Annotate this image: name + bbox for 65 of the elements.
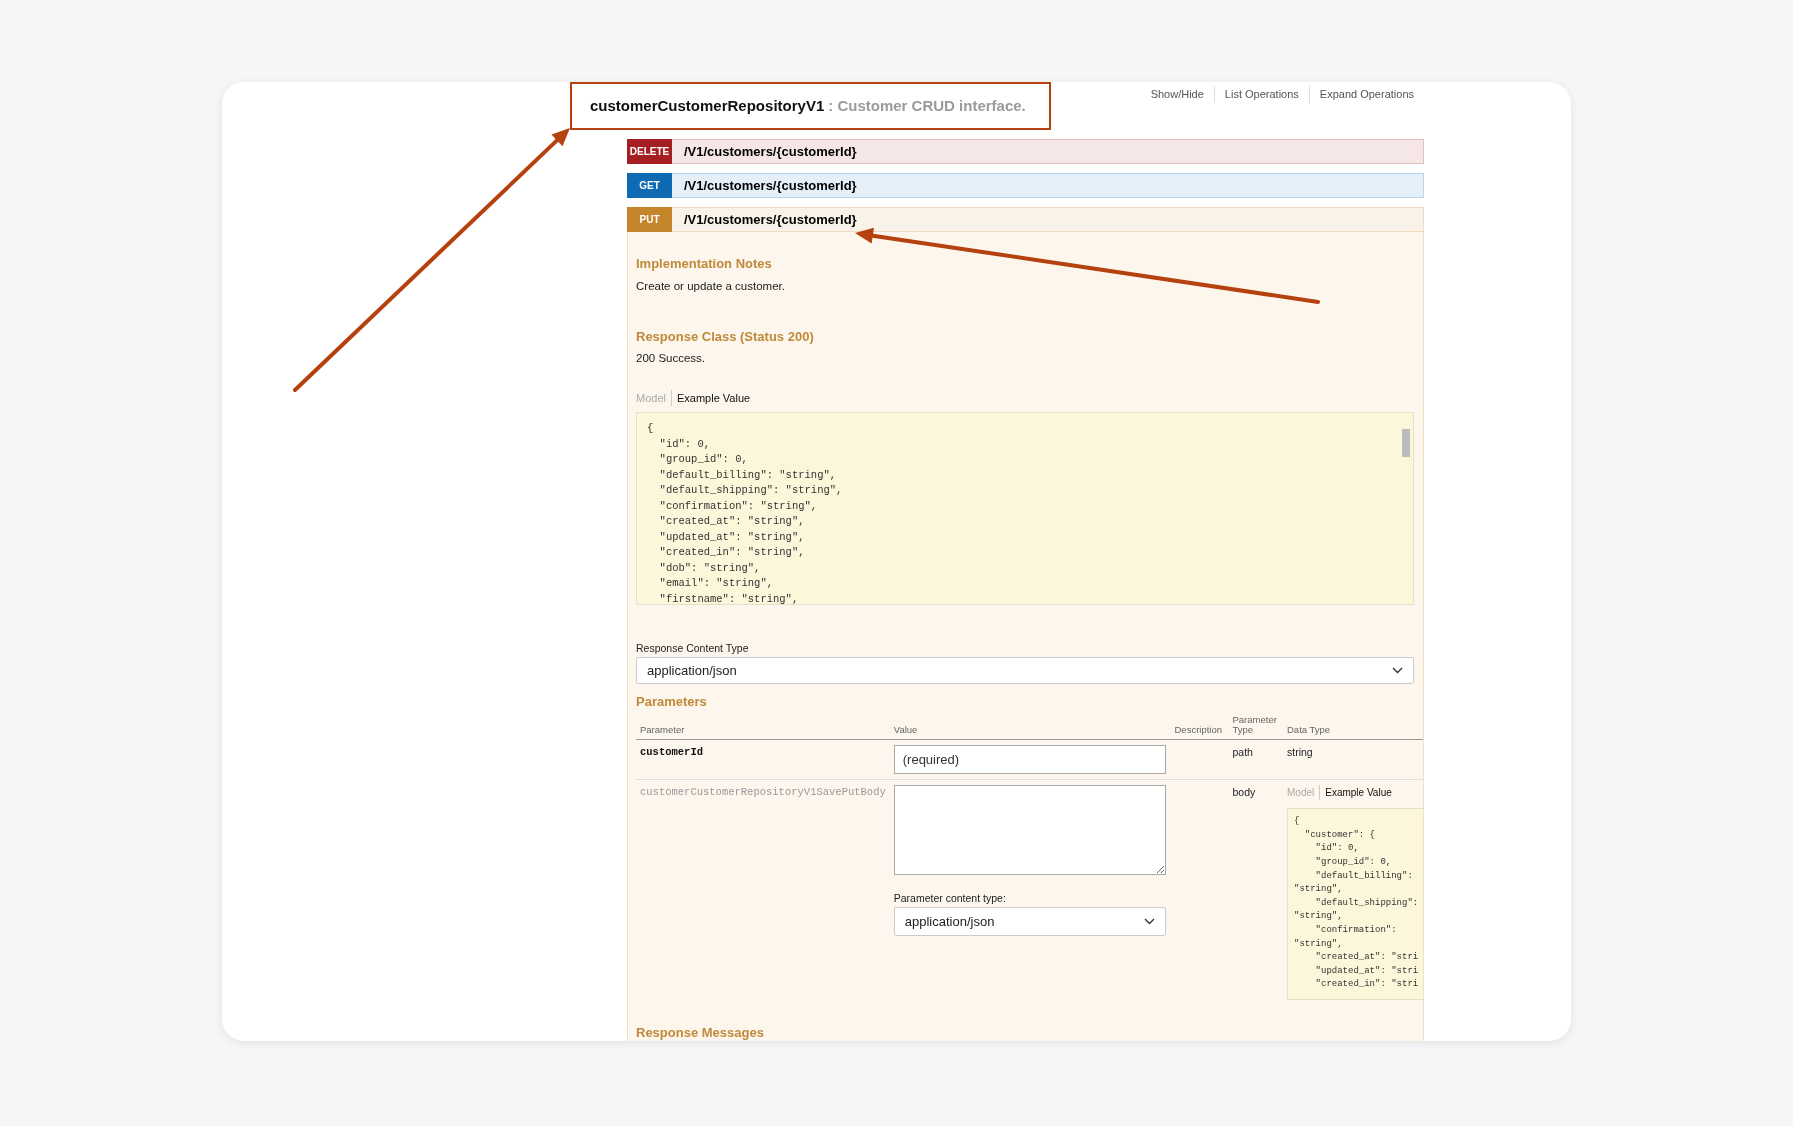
code-line: { xyxy=(647,421,655,436)
api-name[interactable]: customerCustomerRepositoryV1 xyxy=(590,94,825,118)
endpoint-path: /V1/customers/{customerId} xyxy=(684,142,857,161)
api-description: : Customer CRUD interface. xyxy=(828,95,1026,116)
section-heading: Response Messages xyxy=(636,1024,765,1041)
value-field[interactable]: (required) xyxy=(893,745,1166,775)
field-label: Parameter content type: xyxy=(893,891,1007,907)
code-line: "default_shipping": "string", xyxy=(658,483,844,498)
endpoint-path: /V1/customers/{customerId} xyxy=(684,176,857,195)
model-tab[interactable]: Example Value xyxy=(670,389,756,406)
header-link[interactable]: List Operations xyxy=(1213,86,1309,103)
operation-row[interactable]: GET /V1/customers/{customerId} xyxy=(627,173,1424,198)
column-header: Data Type xyxy=(1283,711,1423,740)
header-link[interactable]: Expand Operations xyxy=(1308,86,1424,103)
code-line: "customer": { xyxy=(1303,828,1376,842)
code-line: "confirmation": "string", xyxy=(658,498,819,514)
chevron-icon xyxy=(1392,666,1403,674)
header-link[interactable]: Show/Hide xyxy=(1140,86,1214,103)
code-line: "email": "string", xyxy=(658,576,775,591)
code-line: { xyxy=(1294,815,1301,829)
data-type: string xyxy=(1287,746,1313,759)
parameter-name: customerCustomerRepositoryV1SavePutBody xyxy=(636,779,890,1006)
code-line: "default_billing": "string", xyxy=(658,467,838,483)
code-line: "updated_at": "string", xyxy=(658,529,806,545)
code-line: "updated_at": "stri xyxy=(1314,964,1419,978)
parameter-name: customerId xyxy=(636,739,890,780)
code-line: "string", xyxy=(1294,910,1344,924)
code-line: "group_id": 0, xyxy=(658,452,749,467)
code-line: "firstname": "string", xyxy=(658,591,800,604)
chevron-icon xyxy=(1143,918,1155,925)
code-line: "created_in": "stri xyxy=(1314,978,1419,992)
column-header: Value xyxy=(889,711,1171,740)
code-line: "string", xyxy=(1294,937,1344,951)
code-line: "created_at": "stri xyxy=(1314,951,1419,965)
method-badge: PUT xyxy=(627,207,672,232)
code-line: "group_id": 0, xyxy=(1314,856,1393,870)
model-tab[interactable]: Example Value xyxy=(1319,785,1397,801)
response-text: 200 Success. xyxy=(636,351,707,367)
code-line: "created_in": "string", xyxy=(658,545,806,560)
field-label: Response Content Type xyxy=(636,641,750,656)
column-header: Parameter xyxy=(636,711,890,740)
code-line: "created_at": "string", xyxy=(658,514,806,529)
section-heading: Parameters xyxy=(636,692,708,711)
method-badge: DELETE xyxy=(627,139,672,164)
content-type-select[interactable]: application/json xyxy=(636,656,1414,684)
section-heading: Implementation Notes xyxy=(636,255,773,273)
notes-text: Create or update a customer. xyxy=(636,278,786,294)
content-type-select[interactable]: application/json xyxy=(893,907,1166,936)
parameter-type: body xyxy=(1228,779,1283,1006)
code-line: "string", xyxy=(1294,883,1344,897)
code-line: "id": 0, xyxy=(658,436,711,452)
code-line: "default_shipping": xyxy=(1314,896,1419,910)
operation-row[interactable]: PUT /V1/customers/{customerId} xyxy=(627,207,1424,232)
parameter-type: path xyxy=(1228,739,1283,780)
code-line: "id": 0, xyxy=(1314,842,1360,856)
endpoint-path: /V1/customers/{customerId} xyxy=(684,210,857,229)
method-badge: GET xyxy=(627,173,672,198)
column-header: Parameter Type xyxy=(1228,711,1283,740)
body-field[interactable] xyxy=(893,785,1166,876)
code-line: "confirmation": xyxy=(1314,924,1398,937)
section-heading: Response Class (Status 200) xyxy=(636,327,815,346)
code-line: "default_billing": xyxy=(1314,869,1414,883)
column-header: Description xyxy=(1170,711,1229,740)
code-line: "dob": "string", xyxy=(658,560,762,576)
operation-row[interactable]: DELETE /V1/customers/{customerId} xyxy=(627,139,1424,164)
